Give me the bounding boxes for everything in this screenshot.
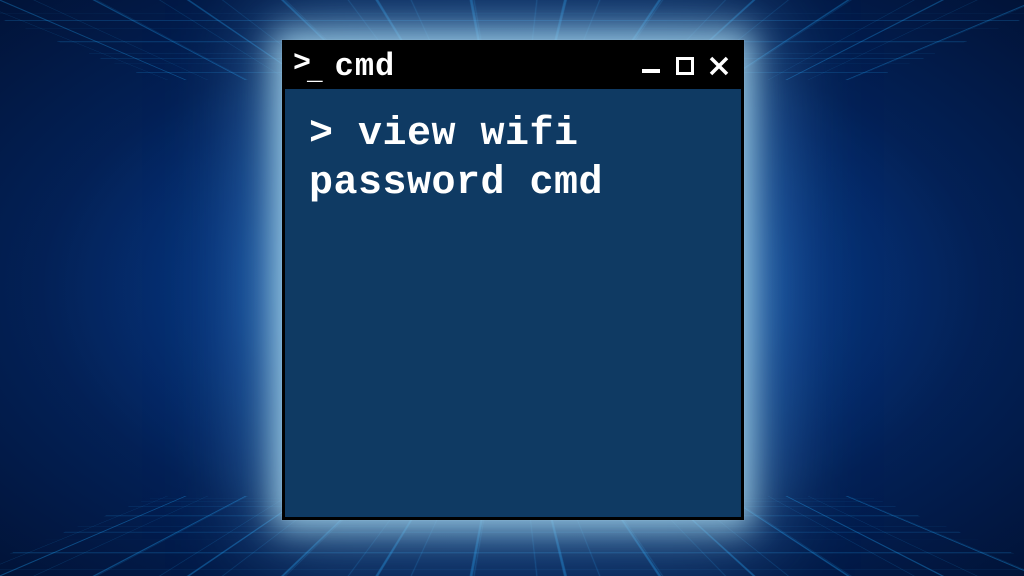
terminal-window: >_ cmd > view wifi password cmd — [282, 40, 744, 520]
window-title: cmd — [329, 48, 633, 85]
maximize-icon — [676, 57, 694, 75]
prompt-symbol: > — [309, 112, 358, 157]
window-controls — [639, 54, 731, 78]
minimize-button[interactable] — [639, 54, 663, 78]
prompt-line: > view wifi password cmd — [309, 111, 717, 209]
terminal-body[interactable]: > view wifi password cmd — [285, 89, 741, 231]
close-button[interactable] — [707, 54, 731, 78]
maximize-button[interactable] — [673, 54, 697, 78]
titlebar[interactable]: >_ cmd — [285, 43, 741, 89]
close-icon — [708, 55, 730, 77]
terminal-icon: >_ — [293, 51, 323, 81]
minimize-icon — [642, 69, 660, 73]
